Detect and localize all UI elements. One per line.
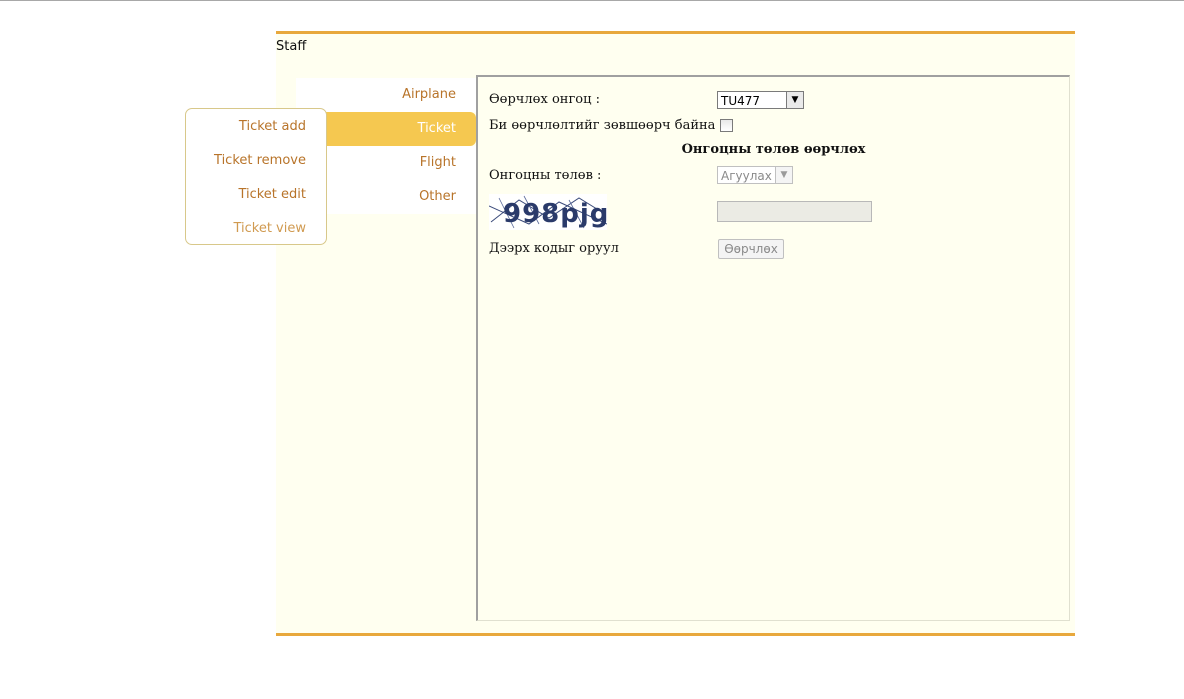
consent-label: Би өөрчлөлтийг зөвшөөрч байна xyxy=(489,118,716,133)
captcha-graphic: 998pjg xyxy=(489,195,607,229)
submenu-item-ticket-remove[interactable]: Ticket remove xyxy=(214,153,306,168)
status-select-value: Агуулах xyxy=(721,169,772,183)
window-top-border xyxy=(0,0,1184,1)
plane-select-value: TU477 xyxy=(721,94,761,108)
consent-checkbox[interactable] xyxy=(720,119,733,132)
status-select[interactable]: Агуулах ▼ xyxy=(717,166,793,184)
plane-select-label: Өөрчлөх онгоц : xyxy=(489,92,600,107)
page-title: Staff xyxy=(276,39,307,54)
chevron-down-icon[interactable]: ▼ xyxy=(786,92,803,108)
section-title: Онгоцны төлөв өөрчлөх xyxy=(681,142,866,157)
submenu-item-ticket-add[interactable]: Ticket add xyxy=(239,119,306,134)
status-select-label: Онгоцны төлөв : xyxy=(489,168,602,183)
captcha-image: 998pjg xyxy=(489,194,607,230)
submit-button[interactable]: Өөрчлөх xyxy=(718,239,784,259)
captcha-hint: Дээрх кодыг оруул xyxy=(489,241,619,256)
menu-item-airplane[interactable]: Airplane xyxy=(296,78,476,112)
captcha-text: 998pjg xyxy=(503,199,607,229)
submenu-item-ticket-view[interactable]: Ticket view xyxy=(233,221,306,236)
plane-select[interactable]: TU477 ▼ xyxy=(717,91,804,109)
submenu-item-ticket-edit[interactable]: Ticket edit xyxy=(238,187,306,202)
chevron-down-icon[interactable]: ▼ xyxy=(775,167,792,183)
content-panel: Өөрчлөх онгоц : TU477 ▼ Би өөрчлөлтийг з… xyxy=(476,75,1070,621)
captcha-input[interactable] xyxy=(717,201,872,222)
main-container: Staff Airplane Ticket Flight Other Өөрчл… xyxy=(276,31,1075,636)
ticket-submenu: Ticket add Ticket remove Ticket edit Tic… xyxy=(185,108,327,245)
